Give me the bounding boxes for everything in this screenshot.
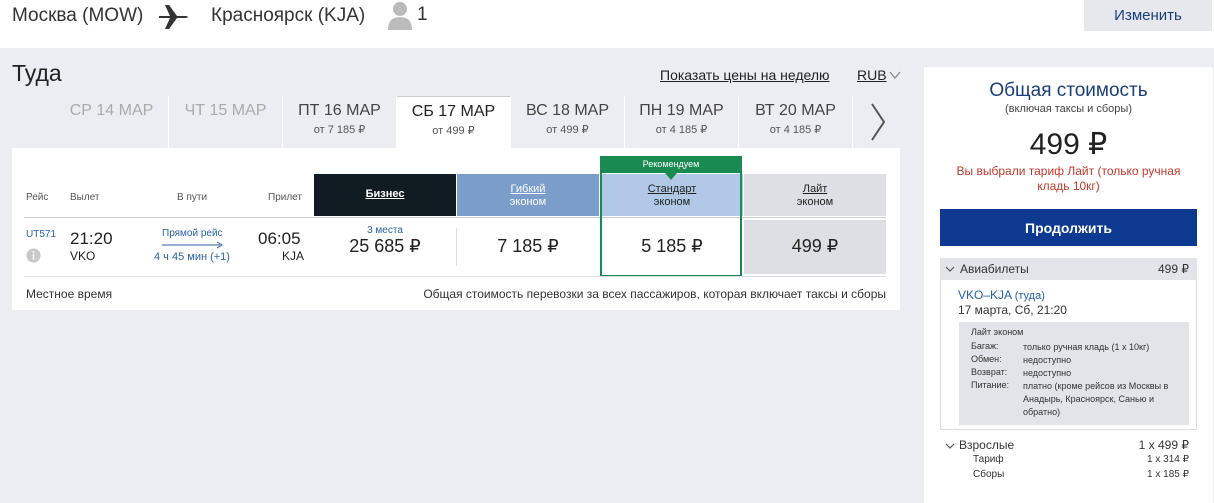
date-tab[interactable]: ВТ 20 МАР от 4 185 ₽	[739, 96, 853, 148]
departure-airport: VKO	[70, 249, 96, 263]
chevron-down-icon	[945, 443, 955, 449]
fare-header-flex[interactable]: Гибкий эконом	[457, 174, 599, 216]
chevron-down-icon[interactable]	[889, 70, 901, 80]
fare-header-standard[interactable]: Стандарт эконом	[601, 174, 743, 216]
summary-title: Общая стоимость	[989, 80, 1148, 101]
chevron-down-icon	[945, 266, 955, 272]
divider	[24, 217, 886, 218]
total-price: 499 ₽	[1029, 128, 1108, 161]
arrow-right-icon	[162, 241, 223, 249]
arrival-airport: KJA	[282, 249, 305, 263]
continue-button[interactable]: Продолжить	[940, 209, 1197, 246]
segment-route: VKO–KJA (туда)	[958, 288, 1045, 302]
local-time-note: Местное время	[26, 287, 113, 301]
date-tab[interactable]: ПТ 16 МАР от 7 185 ₽	[283, 96, 397, 148]
date-tab[interactable]: ВС 18 МАР от 499 ₽	[511, 96, 625, 148]
direction-title: Туда	[12, 60, 62, 86]
flight-table: Рейс Вылет В пути Прилет Бизнес Гибкий эк…	[12, 148, 900, 310]
adults-toggle[interactable]: Взрослые 1 x 499 ₽	[940, 438, 1197, 454]
change-search-button[interactable]: Изменить	[1084, 0, 1212, 31]
tickets-toggle[interactable]: Авиабилеты 499 ₽	[940, 258, 1197, 280]
fare-warning: Вы выбрали тариф Лайт (только ручная кла…	[956, 164, 1181, 193]
date-tab-selected[interactable]: СБ 17 МАР от 499 ₽	[397, 96, 511, 148]
tariff-row: Тариф 1 x 314 ₽	[973, 454, 1189, 465]
date-tab[interactable]: ПН 19 МАР от 4 185 ₽	[625, 96, 739, 148]
fare-header-lite[interactable]: Лайт эконом	[744, 174, 886, 216]
column-header-duration: В пути	[177, 192, 208, 203]
price-summary: Общая стоимость (включая таксы и сборы) …	[924, 67, 1213, 503]
date-tab[interactable]: СР 14 МАР	[55, 96, 169, 148]
person-icon	[388, 2, 412, 30]
price-flex[interactable]: 7 185 ₽	[457, 220, 599, 274]
departure-time: 21:20	[70, 229, 113, 248]
airplane-icon	[159, 5, 188, 29]
tickets-details: VKO–KJA (туда) 17 марта, Сб, 21:20 Лайт …	[940, 280, 1197, 430]
price-business: 25 685 ₽	[349, 236, 421, 256]
divider	[24, 276, 886, 277]
seats-left: 3 места	[367, 225, 403, 236]
column-header-arrival: Прилет	[268, 192, 302, 203]
column-header-flight: Рейс	[26, 192, 49, 203]
segment-date: 17 марта, Сб, 21:20	[958, 303, 1067, 317]
fare-header-business[interactable]: Бизнес	[314, 174, 456, 216]
route-destination: Красноярск (KJA)	[211, 5, 366, 26]
currency-select[interactable]: RUB	[857, 67, 887, 83]
summary-subtitle: (включая таксы и сборы)	[1005, 103, 1132, 115]
chevron-right-icon[interactable]	[868, 98, 888, 146]
flight-duration: 4 ч 45 мин (+1)	[154, 251, 230, 263]
fare-name: Лайт эконом	[971, 327, 1024, 337]
header-bar: Москва (MOW) Красноярск (KJA) 1 Изменить	[0, 0, 1214, 48]
week-prices-link[interactable]: Показать цены на неделю	[660, 67, 830, 83]
flight-number[interactable]: UT571	[26, 229, 56, 240]
fees-row: Сборы 1 x 185 ₽	[973, 469, 1189, 480]
info-icon[interactable]	[26, 248, 41, 263]
total-cost-note: Общая стоимость перевозки за всех пассаж…	[423, 287, 886, 301]
recommend-badge: Рекомендуем	[600, 156, 742, 173]
date-tabs: СР 14 МАР ЧТ 15 МАР ПТ 16 МАР от 7 185 ₽ …	[55, 96, 855, 148]
recommend-notch	[665, 173, 677, 180]
price-lite-selected[interactable]: 499 ₽	[744, 220, 886, 274]
column-header-departure: Вылет	[70, 192, 100, 203]
arrival-time: 06:05	[258, 229, 301, 248]
price-standard[interactable]: 5 185 ₽	[601, 220, 743, 274]
route-origin: Москва (MOW)	[12, 5, 144, 26]
fare-conditions: Лайт эконом Багаж: только ручная кладь (…	[959, 322, 1189, 425]
passenger-count: 1	[417, 4, 428, 25]
direct-flight-label: Прямой рейс	[162, 228, 223, 239]
date-tab[interactable]: ЧТ 15 МАР	[169, 96, 283, 148]
